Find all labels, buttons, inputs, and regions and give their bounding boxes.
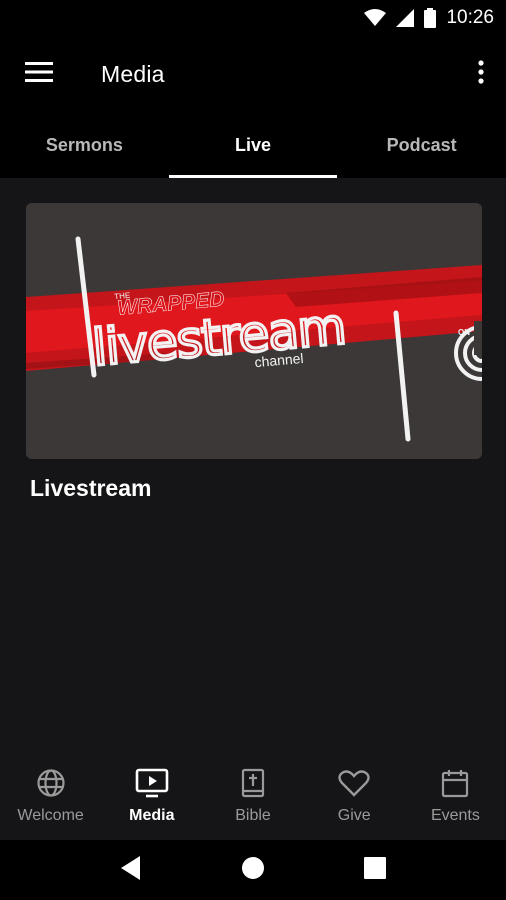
status-bar: 10:26 — [0, 0, 506, 36]
back-button[interactable] — [107, 846, 155, 894]
tv-play-icon — [135, 767, 169, 799]
content-area: THE WRAPPED livestream channel ON Livest… — [0, 178, 506, 760]
more-options-button[interactable] — [456, 36, 506, 112]
bottom-navigation: Welcome Media Bible Give Events — [0, 760, 506, 840]
home-button[interactable] — [229, 846, 277, 894]
tab-live[interactable]: Live — [168, 112, 338, 178]
heart-icon — [338, 767, 370, 799]
home-icon — [241, 856, 265, 885]
menu-icon — [25, 61, 53, 87]
thumbnail-badge: ON — [458, 328, 470, 337]
bible-icon — [240, 767, 266, 799]
signal-icon — [396, 9, 415, 27]
nav-label-welcome: Welcome — [17, 807, 84, 824]
system-navigation-bar — [0, 840, 506, 900]
recents-icon — [364, 856, 386, 884]
tab-sermons[interactable]: Sermons — [0, 112, 169, 178]
nav-label-give: Give — [337, 807, 371, 824]
livestream-banner-image: THE WRAPPED livestream channel ON — [26, 203, 482, 459]
status-time: 10:26 — [446, 7, 494, 28]
page-title: Media — [101, 60, 165, 87]
recents-button[interactable] — [351, 846, 399, 894]
nav-label-events: Events — [430, 807, 480, 824]
nav-item-give[interactable]: Give — [304, 760, 405, 840]
tab-bar: Sermons Live Podcast — [0, 112, 506, 178]
battery-icon — [424, 8, 437, 28]
calendar-icon — [441, 767, 469, 799]
nav-item-welcome[interactable]: Welcome — [0, 760, 101, 840]
app-bar: Media — [0, 36, 506, 112]
globe-icon — [36, 767, 66, 799]
nav-label-media: Media — [129, 807, 175, 824]
back-icon — [120, 855, 142, 886]
livestream-thumbnail[interactable]: THE WRAPPED livestream channel ON — [26, 203, 482, 459]
more-vert-icon — [478, 59, 484, 89]
menu-button[interactable] — [0, 36, 79, 112]
tab-podcast[interactable]: Podcast — [337, 112, 506, 178]
wifi-icon — [364, 9, 387, 27]
media-item-title[interactable]: Livestream — [30, 475, 151, 502]
nav-item-media[interactable]: Media — [101, 760, 202, 840]
nav-item-events[interactable]: Events — [405, 760, 506, 840]
nav-label-bible: Bible — [235, 807, 271, 824]
nav-item-bible[interactable]: Bible — [202, 760, 303, 840]
